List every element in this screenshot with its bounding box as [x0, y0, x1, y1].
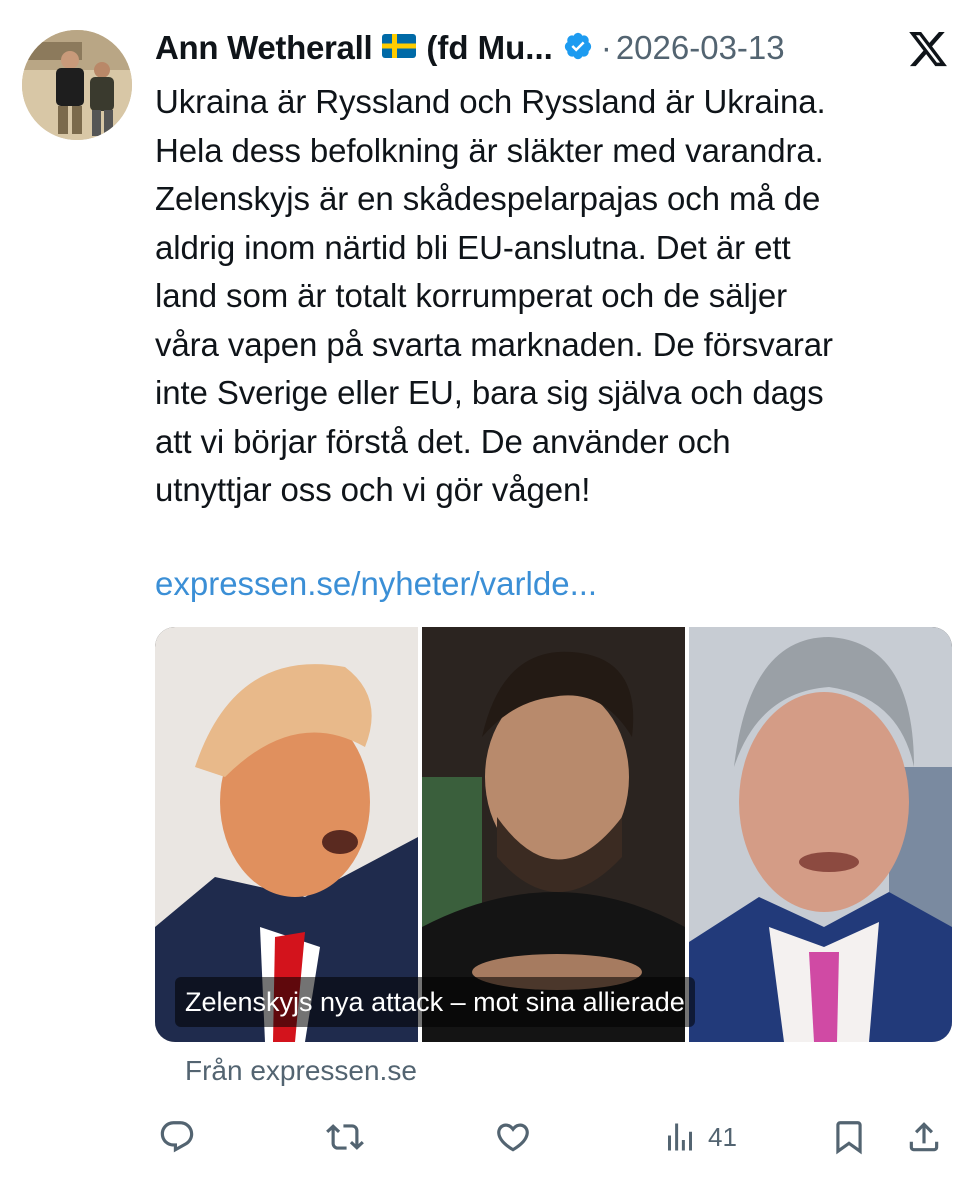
- author-name[interactable]: Ann Wetherall: [155, 29, 373, 67]
- verified-badge-icon: [563, 31, 593, 66]
- reply-button[interactable]: [158, 1112, 196, 1162]
- avatar-photo: [22, 30, 132, 140]
- share-icon: [909, 1122, 939, 1152]
- reply-icon: [160, 1121, 194, 1153]
- link-card[interactable]: Zelenskyjs nya attack – mot sina alliera…: [155, 627, 952, 1042]
- retweet-button[interactable]: [325, 1112, 365, 1162]
- author-name-suffix[interactable]: (fd Mu...: [426, 29, 552, 67]
- tweet-link[interactable]: expressen.se/nyheter/varlde...: [155, 560, 597, 608]
- tweet-text: Ukraina är Ryssland och Ryssland är Ukra…: [155, 83, 833, 508]
- tweet-actions: 41: [0, 1112, 975, 1162]
- retweet-icon: [326, 1124, 364, 1150]
- views-count: 41: [708, 1121, 737, 1152]
- header-separator: ·: [600, 29, 612, 66]
- share-button[interactable]: [905, 1112, 943, 1162]
- x-logo-icon: [907, 28, 949, 70]
- author-avatar[interactable]: [22, 30, 132, 140]
- like-button[interactable]: [494, 1112, 532, 1162]
- card-caption: Zelenskyjs nya attack – mot sina alliera…: [175, 977, 695, 1027]
- card-source[interactable]: Från expressen.se: [185, 1055, 417, 1087]
- views-icon: [668, 1123, 692, 1151]
- views-button[interactable]: 41: [662, 1112, 737, 1162]
- bookmark-button[interactable]: [830, 1112, 868, 1162]
- like-icon: [497, 1123, 529, 1152]
- bookmark-icon: [836, 1121, 862, 1155]
- tweet-date[interactable]: 2026-03-13: [616, 29, 785, 67]
- card-photo-right: [689, 627, 952, 1042]
- sweden-flag-icon: [382, 33, 417, 63]
- tweet-header: Ann Wetherall (fd Mu... · 2026-03-13: [155, 22, 955, 74]
